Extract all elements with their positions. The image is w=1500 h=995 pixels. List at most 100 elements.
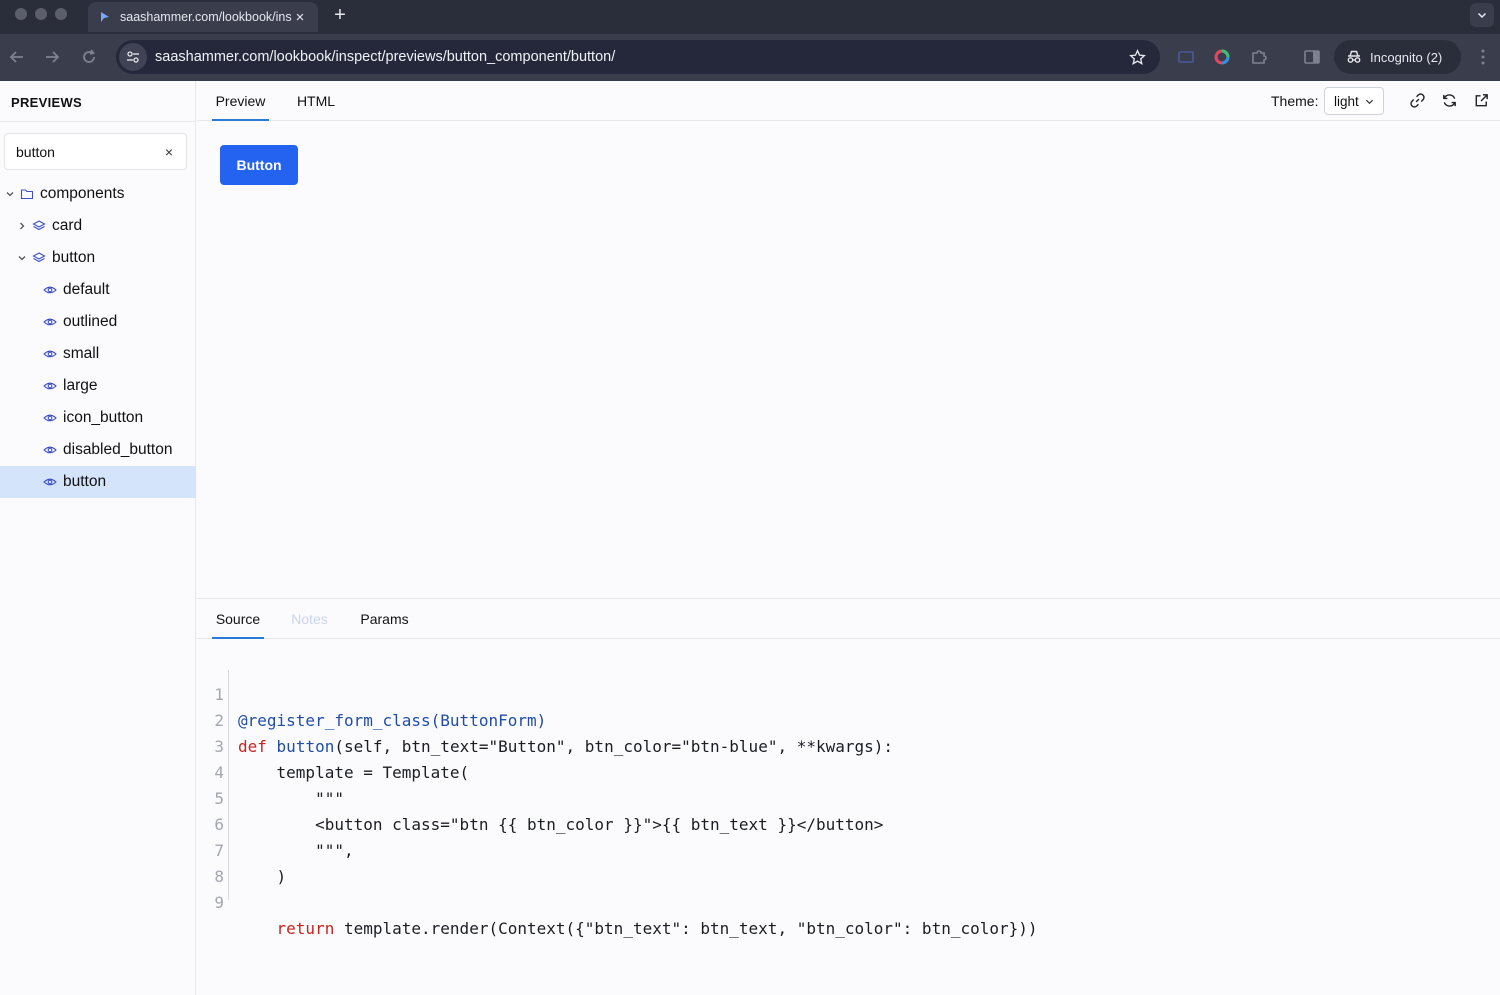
eye-icon <box>43 350 57 358</box>
chevron-down-icon <box>1477 12 1487 19</box>
folder-icon <box>20 189 34 200</box>
incognito-button[interactable]: Incognito (2) <box>1334 40 1461 74</box>
tree-preview-label: outlined <box>63 313 118 330</box>
code-line: 6 """, <box>197 786 1500 860</box>
window-close-dot[interactable] <box>15 8 27 20</box>
refresh-icon[interactable] <box>1441 92 1458 109</box>
tree-preview-default[interactable]: default <box>0 274 196 306</box>
new-tab-icon[interactable]: + <box>330 4 350 27</box>
main-panel: Preview HTML Theme: light Button Source … <box>197 81 1500 995</box>
tab-close-icon[interactable]: × <box>292 9 308 26</box>
clear-search-icon[interactable]: × <box>162 144 176 160</box>
code-line: 4 """ <box>197 734 1500 808</box>
preview-tabs: Preview HTML Theme: light <box>197 81 1500 121</box>
sidebar-divider <box>0 121 196 122</box>
favicon-icon <box>101 12 109 22</box>
tree-preview-button[interactable]: button <box>0 466 196 498</box>
incognito-label: Incognito (2) <box>1370 49 1443 65</box>
tab-notes[interactable]: Notes <box>287 599 332 639</box>
eye-icon <box>43 414 57 422</box>
chevron-down-icon <box>1365 99 1373 104</box>
tab-preview[interactable]: Preview <box>212 81 269 121</box>
reload-icon[interactable] <box>80 48 98 66</box>
more-menu-icon[interactable] <box>1476 48 1490 66</box>
chevron-down-icon <box>18 256 26 261</box>
tree-preview-label: large <box>63 377 98 394</box>
layers-icon <box>32 252 46 263</box>
preview-search-input[interactable] <box>16 143 162 160</box>
preview-demo-button[interactable]: Button <box>220 145 298 185</box>
chevron-down-icon <box>6 192 14 197</box>
tree-component-label: button <box>52 249 96 266</box>
tune-icon <box>127 51 139 63</box>
site-info-button[interactable] <box>119 43 147 71</box>
chevron-right-icon <box>20 222 25 230</box>
tree-preview-outlined[interactable]: outlined <box>0 306 196 338</box>
preview-tree: components card button default outlined … <box>0 178 196 498</box>
eye-icon <box>43 446 57 454</box>
code-line: 2 def button(self, btn_text="Button", bt… <box>197 682 1500 756</box>
tree-preview-large[interactable]: large <box>0 370 196 402</box>
tree-preview-label: small <box>63 345 100 362</box>
tree-preview-label: button <box>63 473 107 490</box>
preview-canvas: Button <box>197 122 1500 598</box>
tree-preview-label: icon_button <box>63 409 144 426</box>
puzzle-extensions-icon[interactable] <box>1250 48 1268 66</box>
url-text: saashammer.com/lookbook/inspect/previews… <box>155 49 616 65</box>
address-bar[interactable]: saashammer.com/lookbook/inspect/previews… <box>116 40 1160 74</box>
tab-html[interactable]: HTML <box>292 81 340 121</box>
tree-preview-label: default <box>63 281 110 298</box>
theme-label: Theme: <box>1271 93 1319 109</box>
tree-folder-components[interactable]: components <box>0 178 196 210</box>
forward-arrow-icon[interactable] <box>43 48 61 66</box>
inspector-panel: Source Notes Params 1 @register_form_cla… <box>197 598 1500 995</box>
code-line: 8 <box>197 838 1500 886</box>
code-keyword: return <box>276 919 335 938</box>
code-line: 1 @register_form_class(ButtonForm) <box>197 656 1500 730</box>
theme-select-value: light <box>1334 93 1359 109</box>
color-extension-icon[interactable] <box>1213 48 1231 66</box>
tree-folder-label: components <box>40 185 125 202</box>
lookbook-app: PREVIEWS × components <box>0 81 1500 995</box>
source-code-view: 1 @register_form_class(ButtonForm) 2 def… <box>197 656 1500 938</box>
link-icon[interactable] <box>1409 92 1426 109</box>
tab-title: saashammer.com/lookbook/ins <box>120 10 292 24</box>
code-line: 5 <button class="btn {{ btn_color }}">{{… <box>197 760 1500 834</box>
tree-preview-disabled-button[interactable]: disabled_button <box>0 434 196 466</box>
code-text: return template.render(Context({"btn_tex… <box>238 916 1038 942</box>
line-number: 9 <box>214 893 224 912</box>
code-rest: template.render(Context({"btn_text": btn… <box>334 919 1038 938</box>
code-line: 7 ) <box>197 812 1500 886</box>
external-link-icon[interactable] <box>1473 92 1490 109</box>
bookmark-star-icon[interactable] <box>1129 48 1146 66</box>
tree-preview-label: disabled_button <box>63 441 173 458</box>
eye-icon <box>43 478 57 486</box>
incognito-icon <box>1347 50 1361 63</box>
tab-source[interactable]: Source <box>212 599 264 639</box>
sidebar-title: PREVIEWS <box>11 95 83 110</box>
layers-icon <box>32 220 46 231</box>
cast-icon[interactable] <box>1177 48 1195 66</box>
eye-icon <box>43 318 57 326</box>
back-arrow-icon[interactable] <box>8 48 26 66</box>
tree-component-button[interactable]: button <box>0 242 196 274</box>
window-minimize-dot[interactable] <box>35 8 47 20</box>
window-zoom-dot[interactable] <box>55 8 67 20</box>
browser-tab-strip: saashammer.com/lookbook/ins × + <box>0 0 1500 34</box>
tab-search-button[interactable] <box>1470 3 1494 27</box>
theme-select[interactable]: light <box>1324 87 1384 115</box>
inspector-tabs: Source Notes Params <box>197 599 1500 639</box>
tree-component-label: card <box>52 217 83 234</box>
preview-search-box: × <box>4 133 187 170</box>
tree-preview-small[interactable]: small <box>0 338 196 370</box>
tree-component-card[interactable]: card <box>0 210 196 242</box>
tab-params[interactable]: Params <box>357 599 412 639</box>
eye-icon <box>43 286 57 294</box>
tree-preview-icon-button[interactable]: icon_button <box>0 402 196 434</box>
side-panel-icon[interactable] <box>1303 48 1321 66</box>
browser-toolbar: saashammer.com/lookbook/inspect/previews… <box>0 34 1500 81</box>
code-line: 9 return template.render(Context({"btn_t… <box>197 864 1500 938</box>
browser-tab[interactable]: saashammer.com/lookbook/ins × <box>88 2 318 32</box>
code-line: 3 template = Template( <box>197 708 1500 782</box>
